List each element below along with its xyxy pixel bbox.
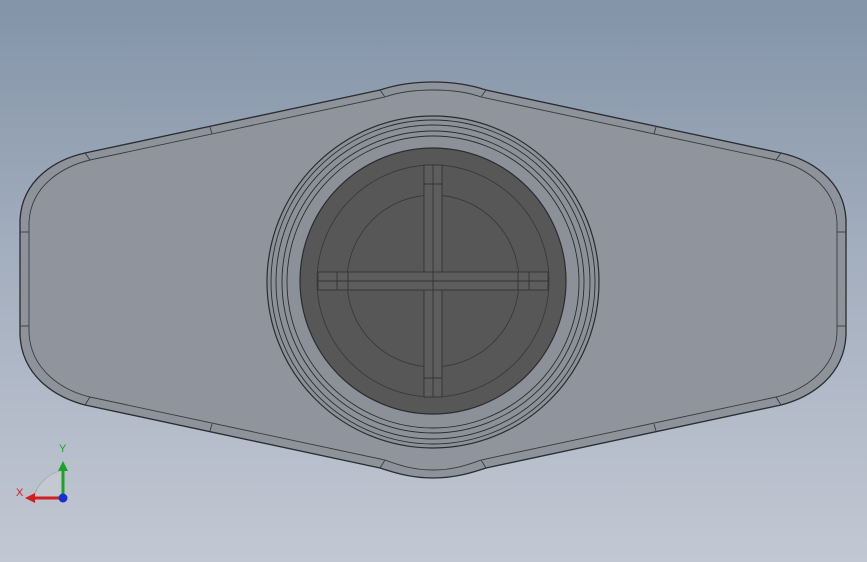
triad-x-arrow xyxy=(25,493,35,503)
triad-plane-shade xyxy=(33,469,64,499)
triad-y-label: Y xyxy=(59,443,67,455)
cad-viewport[interactable]: Y X xyxy=(0,0,867,562)
triad-x-label: X xyxy=(16,487,24,499)
coordinate-triad[interactable] xyxy=(25,461,68,503)
triad-y-arrow xyxy=(58,461,68,471)
model-view[interactable] xyxy=(0,0,867,562)
triad-z-axis xyxy=(58,493,68,503)
